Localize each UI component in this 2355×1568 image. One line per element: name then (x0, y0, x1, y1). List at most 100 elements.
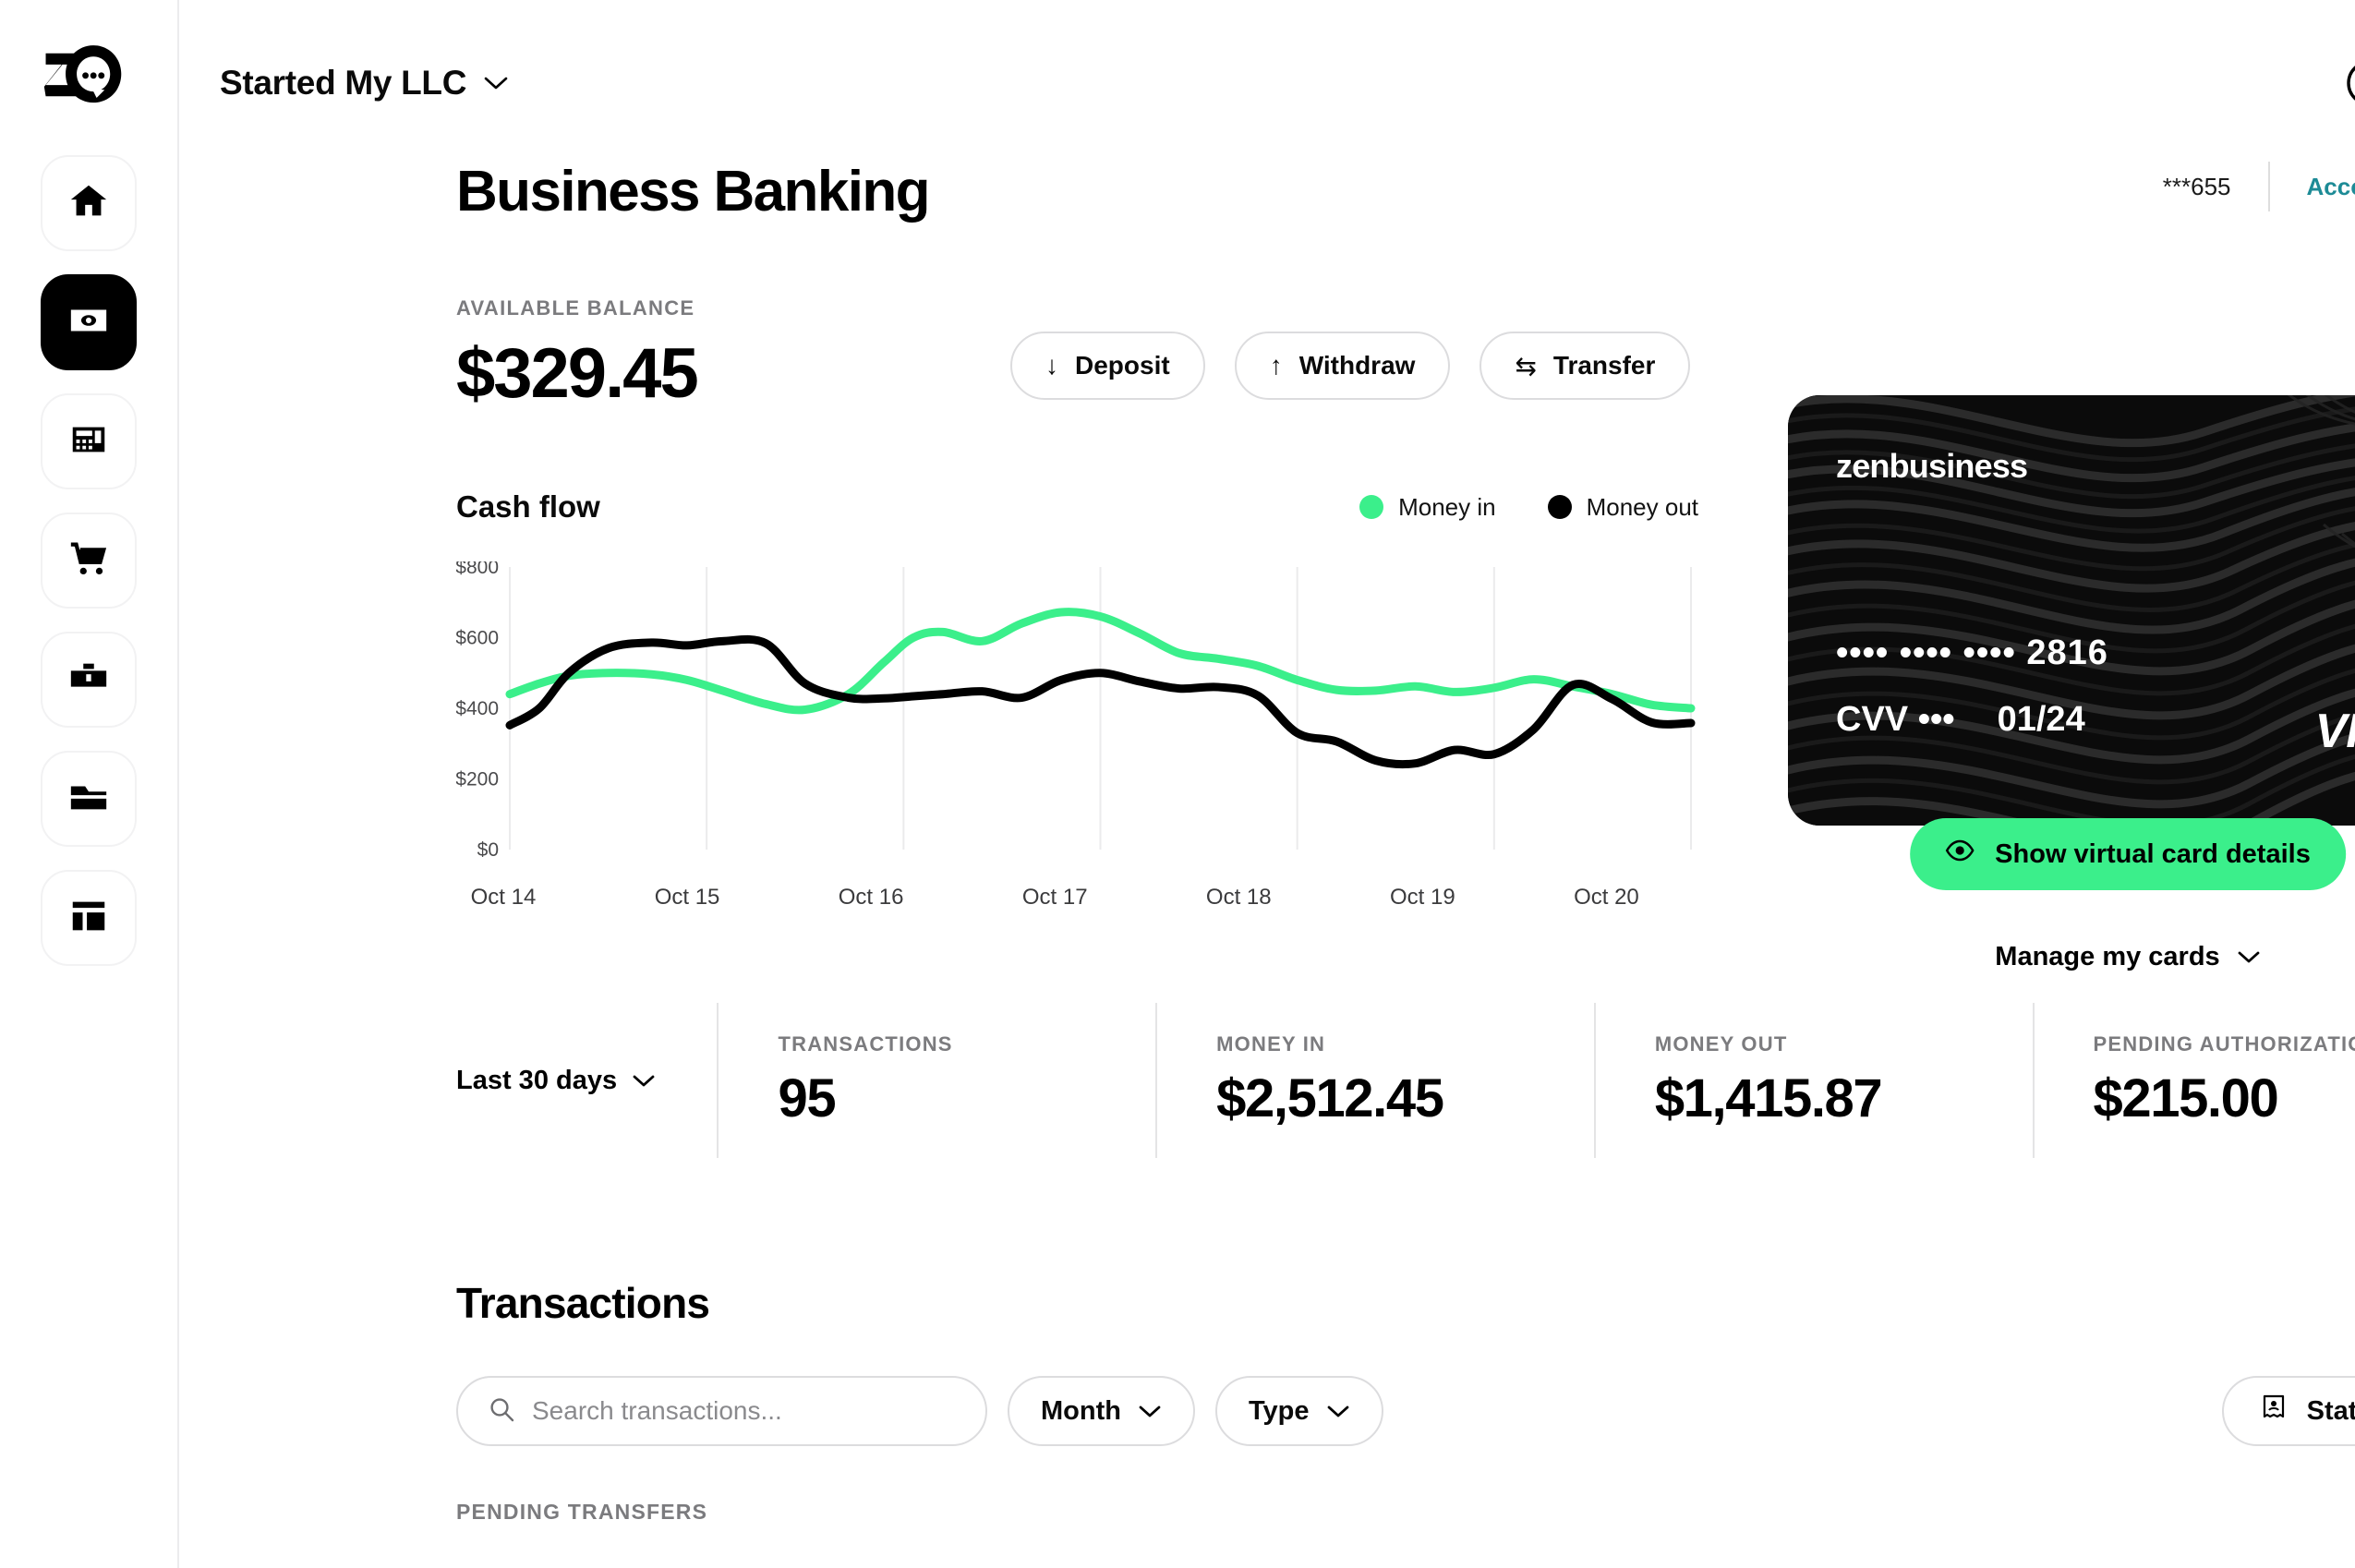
balance-label: AVAILABLE BALANCE (456, 296, 695, 320)
sidebar-nav (41, 155, 137, 966)
range-label: Last 30 days (456, 1065, 618, 1095)
stat-label: MONEY OUT (1654, 1031, 1788, 1055)
chevron-down-icon (2237, 942, 2261, 972)
topbar: Started My LLC (179, 0, 2355, 166)
type-filter-button[interactable]: Type (1214, 1376, 1383, 1446)
chart-canvas: $800 $600 $400 $200 $0 (456, 561, 1696, 857)
sidebar-item-home[interactable] (41, 155, 137, 251)
receipt-icon (2259, 1393, 2289, 1429)
stat-transactions: TRANSACTIONS 95 (717, 1003, 1155, 1158)
legend-label: Money in (1398, 492, 1496, 521)
stat-value: 95 (778, 1067, 836, 1128)
x-tick-label: Oct 18 (1205, 885, 1272, 910)
home-icon (67, 180, 110, 227)
card-cvv: CVV ••• (1836, 700, 1955, 739)
transactions-section: Transactions Month (456, 1278, 2355, 1525)
deposit-button[interactable]: ↓ Deposit (1010, 332, 1205, 400)
x-tick-label: Oct 17 (1021, 885, 1088, 910)
stat-value: $2,512.45 (1216, 1067, 1444, 1128)
chart-plot-area: $800 $600 $400 $200 $0 (456, 561, 1698, 875)
folder-icon (67, 776, 110, 823)
sidebar-item-commerce[interactable] (41, 513, 137, 609)
search-icon (488, 1395, 515, 1428)
transfer-button[interactable]: ⇆ Transfer (1479, 332, 1691, 400)
sidebar-item-website[interactable] (41, 870, 137, 966)
chart-title: Cash flow (456, 489, 600, 524)
chart-header: Cash flow Money in Money out (456, 489, 1698, 525)
account-mask: ***655 (2162, 172, 2231, 200)
sidebar-item-tools[interactable] (41, 632, 137, 728)
stat-range-selector[interactable]: Last 30 days (456, 1003, 717, 1158)
y-tick-label: $0 (477, 839, 499, 857)
stats-row: Last 30 days TRANSACTIONS 95 MONEY IN $2… (456, 1003, 2355, 1158)
y-tick-label: $200 (456, 769, 499, 790)
stat-money-in: MONEY IN $2,512.45 (1155, 1003, 1594, 1158)
statements-button[interactable]: Statements (2221, 1376, 2355, 1446)
page-header: Business Banking ***655 Account Details (456, 159, 2355, 224)
account-details-link[interactable]: Account Details (2270, 173, 2355, 201)
manage-my-cards[interactable]: Manage my cards (1995, 942, 2260, 972)
card-number: •••• •••• •••• 2816 (1836, 633, 2108, 672)
stat-label: MONEY IN (1216, 1031, 1326, 1055)
stat-money-out: MONEY OUT $1,415.87 (1593, 1003, 2033, 1158)
arrow-down-icon: ↓ (1045, 351, 1058, 380)
stat-label: PENDING AUTHORIZATIONS (2093, 1031, 2355, 1055)
card-brand-name: zenbusiness (1836, 447, 2028, 485)
dashboard-layout-icon (67, 895, 110, 942)
stat-pending-authorizations: PENDING AUTHORIZATIONS $215.00 (2032, 1003, 2355, 1158)
stat-value: $1,415.87 (1654, 1067, 1883, 1128)
y-tick-label: $400 (456, 698, 499, 719)
org-switcher[interactable]: Started My LLC (220, 64, 509, 103)
sidebar (0, 0, 179, 1568)
type-filter-label: Type (1248, 1395, 1310, 1426)
pending-transfers-label: PENDING TRANSFERS (456, 1500, 708, 1524)
stat-label: TRANSACTIONS (778, 1031, 953, 1055)
card-expiry: 01/24 (1997, 700, 2085, 739)
legend-swatch (1547, 495, 1572, 519)
month-filter-button[interactable]: Month (1008, 1376, 1195, 1446)
virtual-card: zenbusiness •••• •••• •••• 2816 CVV ••• … (1788, 395, 2355, 826)
zenbusiness-logo-icon[interactable] (41, 41, 137, 109)
x-tick-label: Oct 14 (470, 885, 537, 910)
withdraw-label: Withdraw (1298, 351, 1416, 380)
visa-logo: VISA (2314, 705, 2355, 758)
chart-x-axis: Oct 14 Oct 15 Oct 16 Oct 17 Oct 18 Oct 19 Oct … (456, 885, 1698, 911)
show-virtual-card-details-label: Show virtual card details (1995, 838, 2311, 869)
sidebar-item-banking[interactable] (41, 274, 137, 370)
x-tick-label: Oct 16 (838, 885, 904, 910)
x-tick-label: Oct 15 (654, 885, 720, 910)
y-tick-label: $600 (456, 628, 499, 649)
toolbox-icon (67, 657, 110, 704)
chevron-down-icon (483, 75, 509, 91)
org-name: Started My LLC (220, 64, 467, 102)
y-tick-label: $800 (456, 561, 499, 578)
account-summary: ***655 Account Details (2163, 162, 2355, 224)
transfer-label: Transfer (1552, 351, 1656, 380)
banking-icon (67, 299, 110, 346)
legend-swatch (1359, 495, 1384, 519)
transactions-heading: Transactions (456, 1279, 710, 1327)
balance-amount: $329.45 (456, 334, 699, 413)
legend-money-out: Money out (1547, 493, 1698, 522)
calculator-icon (67, 418, 110, 465)
sidebar-item-documents[interactable] (41, 751, 137, 847)
topbar-actions (2344, 57, 2355, 109)
chevron-down-icon (1138, 1396, 1162, 1427)
check-circle-icon[interactable] (2344, 57, 2355, 109)
search-transactions-box[interactable] (456, 1376, 987, 1446)
range-selector[interactable]: Last 30 days (456, 1066, 717, 1096)
main-area: Started My LLC Business Banking ***655 A… (179, 0, 2355, 1568)
chevron-down-icon (632, 1066, 656, 1096)
x-tick-label: Oct 20 (1574, 885, 1639, 910)
deposit-label: Deposit (1075, 351, 1170, 380)
arrow-up-icon: ↑ (1269, 351, 1283, 380)
search-input[interactable] (532, 1396, 956, 1426)
sidebar-item-accounting[interactable] (41, 393, 137, 489)
legend-money-in: Money in (1359, 493, 1496, 522)
show-virtual-card-details-button[interactable]: Show virtual card details (1910, 818, 2346, 890)
withdraw-button[interactable]: ↑ Withdraw (1234, 332, 1451, 400)
manage-my-cards-label: Manage my cards (1995, 942, 2220, 971)
chevron-down-icon (1326, 1396, 1350, 1427)
virtual-card-panel: zenbusiness •••• •••• •••• 2816 CVV ••• … (1786, 395, 2355, 972)
card-cvv-expiry: CVV ••• 01/24 (1836, 700, 2085, 740)
